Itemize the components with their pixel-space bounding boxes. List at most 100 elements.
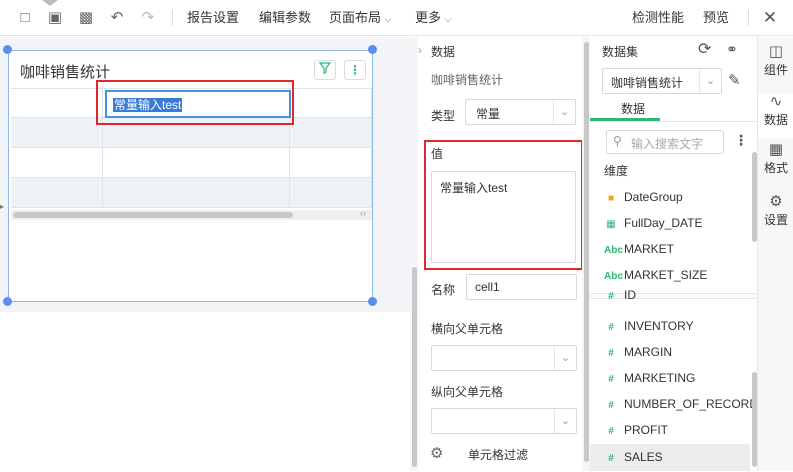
type-select-value: 常量 (476, 107, 501, 121)
list-item-label: NUMBER_OF_RECORDS (624, 397, 754, 411)
list-item[interactable]: ▦ FullDay_DATE (604, 213, 702, 233)
top-toolbar: □ ▣ ▩ ↶ ↷ 报告设置 编辑参数 页面布局 ⌵ 更多 ⌵ 检测性能 预览 … (0, 0, 793, 36)
tab-data[interactable]: 数据 (621, 100, 645, 117)
horizontal-parent-select[interactable]: ⌄ (431, 345, 577, 371)
scrollbar-thumb[interactable] (13, 212, 293, 218)
hash-icon: # (608, 322, 614, 333)
sidebar-item-label: 组件 (763, 63, 788, 77)
refresh-icon[interactable]: ⟳ (698, 39, 711, 59)
list-item[interactable]: # ID (604, 290, 636, 300)
table-row (11, 148, 372, 178)
type-select[interactable]: 常量 ⌄ (465, 99, 576, 125)
menu-edit-params[interactable]: 编辑参数 (259, 10, 311, 26)
resize-handle[interactable] (368, 297, 377, 306)
menu-page-layout-label: 页面布局 (329, 10, 382, 25)
type-label: 类型 (431, 109, 456, 123)
chevron-down-icon: ⌵ (384, 14, 392, 24)
properties-scrollbar[interactable] (582, 37, 590, 471)
tab-divider (590, 121, 757, 122)
list-item-label: MARKETING (624, 371, 696, 385)
list-item-label: MARKET (624, 242, 675, 256)
horizontal-scrollbar[interactable]: ‹› (11, 208, 372, 220)
resize-handle[interactable] (3, 297, 12, 306)
highlight-cell-box (96, 80, 294, 125)
menu-report-settings[interactable]: 报告设置 (187, 10, 239, 26)
sidebar-item-settings[interactable]: ⚙ 设置 (758, 193, 793, 228)
expand-panel-icon[interactable]: ▸ (0, 197, 8, 217)
list-item-label: MARKET_SIZE (624, 268, 708, 282)
list-item[interactable]: # MARKETING (604, 368, 695, 388)
chevron-down-icon: ⌄ (554, 409, 576, 433)
link-dataset-icon[interactable]: ⚭ (726, 41, 738, 58)
list-item[interactable]: # NUMBER_OF_RECORDS (604, 394, 754, 414)
cell-filter-button[interactable]: 单元格过滤 (468, 446, 528, 463)
vertical-parent-label: 纵向父单元格 (431, 385, 504, 399)
hash-icon: # (608, 453, 614, 464)
edit-icon[interactable]: ✎ (728, 71, 741, 89)
redo-icon[interactable]: ↷ (139, 9, 157, 27)
scrollbar-thumb[interactable] (412, 267, 417, 467)
more-icon[interactable]: ⋮ (344, 60, 366, 80)
dataset-header: 数据集 (602, 45, 639, 59)
save-as-icon[interactable]: ▩ (77, 9, 95, 27)
list-item[interactable]: ■ DateGroup (604, 187, 683, 207)
panel-header: 数据 (431, 45, 456, 59)
dataset-select[interactable]: 咖啡销售统计 ⌄ (602, 68, 722, 94)
dimension-section-label: 维度 (604, 164, 629, 178)
chevron-down-icon: ⌵ (444, 14, 452, 24)
scrollbar-thumb[interactable] (584, 42, 589, 462)
toolbar-divider (172, 10, 173, 26)
dataset-panel: 数据集 ⟳ ⚭ 咖啡销售统计 ⌄ ✎ 数据 ⚲ 输入搜索文字 ⋮ 维度 ■ Dat… (590, 37, 757, 471)
close-icon[interactable]: ✕ (761, 9, 779, 27)
hash-icon: # (608, 348, 614, 359)
save-icon[interactable]: ▣ (46, 9, 64, 27)
list-item[interactable]: # PROFIT (604, 420, 668, 440)
filter-icon[interactable] (314, 60, 336, 80)
menu-page-layout[interactable]: 页面布局 ⌵ (329, 10, 391, 27)
sidebar-item-components[interactable]: ◫ 组件 (758, 43, 793, 78)
list-item-label: DateGroup (624, 190, 683, 204)
list-item[interactable]: # SALES (590, 444, 750, 471)
column-divider (371, 88, 372, 208)
chevron-down-icon: ⌄ (699, 69, 721, 93)
scroll-arrows-icon[interactable]: ‹› (360, 208, 366, 218)
panel-collapse-icon[interactable]: › (418, 43, 422, 57)
panel-subtitle: 咖啡销售统计 (431, 73, 504, 87)
menu-more[interactable]: 更多 ⌵ (415, 10, 451, 27)
search-input[interactable]: ⚲ 输入搜索文字 (606, 130, 724, 154)
gear-icon: ⚙ (769, 193, 783, 210)
gear-icon[interactable]: ⚙ (430, 444, 443, 462)
abc-icon: Abc (604, 245, 623, 256)
sidebar-item-format[interactable]: ▦ 格式 (758, 141, 793, 176)
vertical-parent-select[interactable]: ⌄ (431, 408, 577, 434)
sidebar-item-label: 设置 (763, 213, 788, 227)
abc-icon: Abc (604, 271, 623, 282)
list-item[interactable]: # INVENTORY (604, 316, 693, 336)
list-item[interactable]: AbcMARKET_SIZE (604, 265, 707, 285)
resize-handle[interactable] (3, 45, 12, 54)
preview-button[interactable]: 预览 (703, 10, 729, 26)
list-item[interactable]: AbcMARKET (604, 239, 674, 259)
highlight-value-box (424, 140, 583, 270)
resize-handle[interactable] (368, 45, 377, 54)
name-input-value: cell1 (475, 280, 500, 294)
undo-icon[interactable]: ↶ (108, 9, 126, 27)
collapse-arrow-icon[interactable] (42, 0, 58, 6)
list-item-label: ID (624, 290, 636, 300)
widget-title: 咖啡销售统计 (20, 64, 111, 81)
toolbar-divider (748, 10, 749, 26)
menu-more-label: 更多 (415, 10, 442, 25)
table-row (11, 178, 372, 208)
sidebar-item-data[interactable]: ∿ 数据 (758, 93, 793, 139)
canvas-area: 咖啡销售统计 ⋮ 常量输入test ‹› (0, 37, 410, 312)
horizontal-parent-label: 横向父单元格 (431, 322, 504, 336)
canvas-scrollbar[interactable] (410, 37, 418, 471)
search-icon: ⚲ (613, 134, 622, 148)
more-icon[interactable]: ⋮ (734, 132, 748, 149)
name-input[interactable]: cell1 (466, 274, 577, 300)
format-icon: ▦ (768, 141, 784, 158)
new-report-icon[interactable]: □ (16, 9, 34, 27)
data-icon: ∿ (769, 93, 783, 110)
check-performance-button[interactable]: 检测性能 (632, 10, 684, 26)
list-item[interactable]: # MARGIN (604, 342, 672, 362)
